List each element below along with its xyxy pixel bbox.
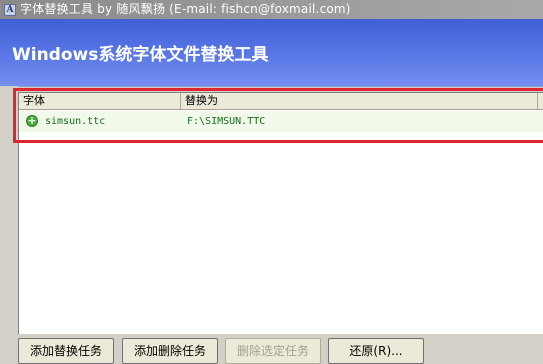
add-replace-task-button[interactable]: 添加替换任务 [18, 338, 114, 364]
column-header-font[interactable]: 字体 [19, 93, 181, 109]
delete-selected-task-button[interactable]: 删除选定任务 [225, 338, 321, 364]
add-delete-task-button[interactable]: 添加删除任务 [122, 338, 218, 364]
add-circle-icon: + [26, 114, 38, 127]
header-banner: Windows系统字体文件替换工具 [0, 19, 543, 87]
list-header: 字体 替换为 [19, 93, 543, 110]
window-title: 字体替换工具 by 随风飘扬 (E-mail: fishcn@foxmail.c… [20, 2, 351, 16]
replacement-path-cell: F:\SIMSUN.TTC [187, 116, 266, 127]
left-gutter [0, 86, 18, 364]
table-row[interactable]: + simsun.ttc F:\SIMSUN.TTC [19, 111, 543, 132]
page-title: Windows系统字体文件替换工具 [12, 45, 269, 65]
column-header-replacement[interactable]: 替换为 [181, 93, 538, 109]
title-bar[interactable]: A 字体替换工具 by 随风飘扬 (E-mail: fishcn@foxmail… [0, 0, 543, 19]
font-cell: simsun.ttc [45, 116, 106, 127]
app-icon[interactable]: A [4, 3, 16, 16]
task-list[interactable]: 字体 替换为 + simsun.ttc F:\SIMSUN.TTC [18, 92, 543, 334]
restore-button[interactable]: 还原(R)... [328, 338, 424, 364]
